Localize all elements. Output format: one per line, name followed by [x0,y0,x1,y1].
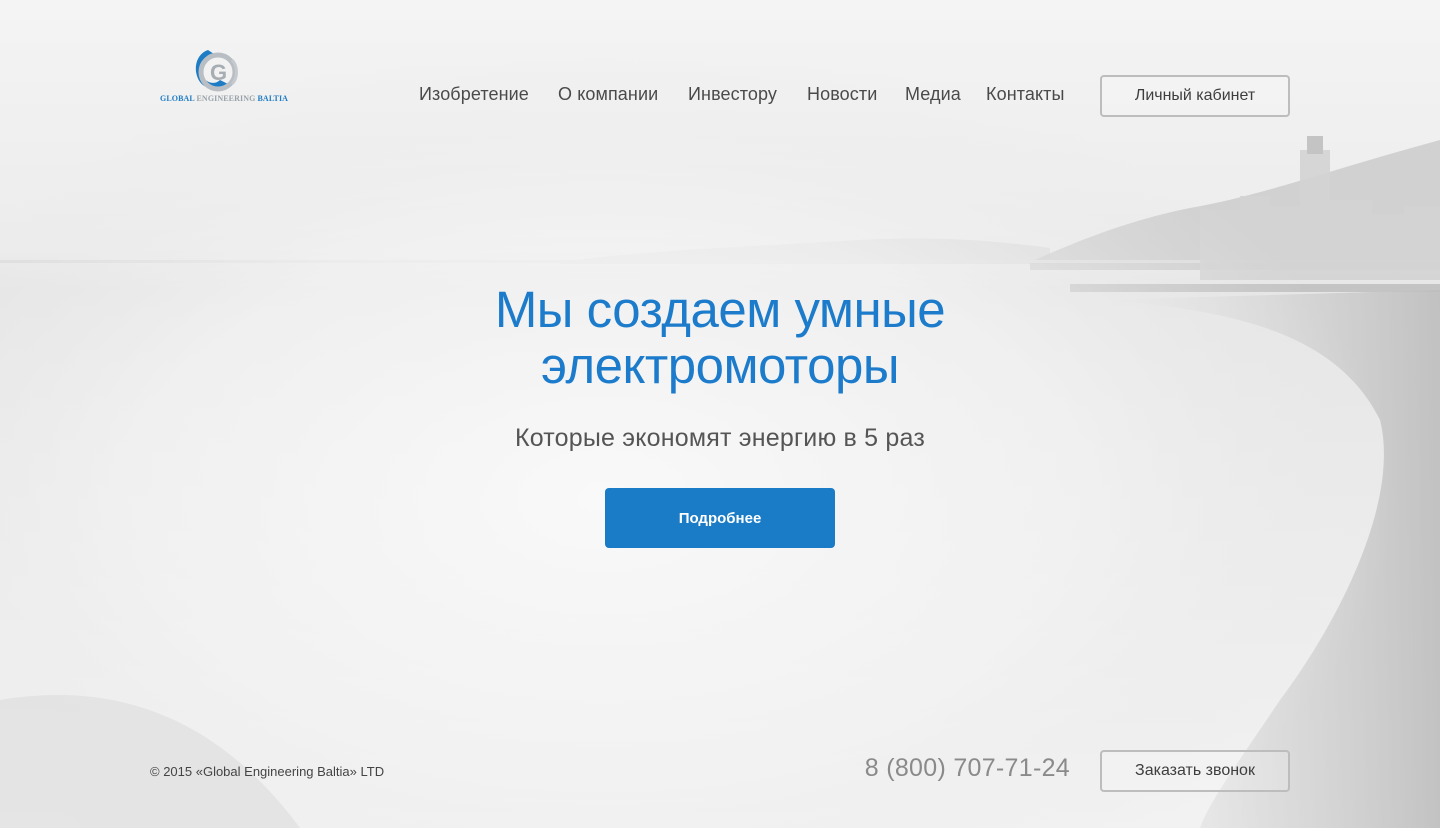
hero-title-line-2: электромоторы [541,337,899,394]
request-call-button[interactable]: Заказать звонок [1100,750,1290,792]
nav-item-contacts[interactable]: Контакты [986,84,1065,105]
nav-item-invention[interactable]: Изобретение [419,84,529,105]
logo-wordmark: GLOBAL ENGINEERING BALTIA [160,94,289,103]
hero-title-line-1: Мы создаем умные [494,281,946,338]
phone-number[interactable]: 8 (800) 707-71-24 [860,754,1070,783]
logo-g-icon: G [195,50,238,92]
copyright-text: © 2015 «Global Engineering Baltia» LTD [150,764,385,779]
nav-item-news[interactable]: Новости [807,84,877,105]
seaside-town-landscape-image [0,0,1440,828]
company-logo[interactable]: G GLOBAL ENGINEERING BALTIA [158,44,288,108]
personal-account-button[interactable]: Личный кабинет [1100,75,1290,117]
nav-item-media[interactable]: Медиа [905,84,961,105]
hero-title: Мы создаем умные электромоторы [370,282,1070,394]
nav-item-investor[interactable]: Инвестору [688,84,777,105]
hero-subtitle: Которые экономят энергию в 5 раз [514,424,926,452]
hero-background [0,0,1440,828]
svg-text:G: G [210,60,227,85]
learn-more-button[interactable]: Подробнее [605,488,835,548]
nav-item-about[interactable]: О компании [558,84,658,105]
